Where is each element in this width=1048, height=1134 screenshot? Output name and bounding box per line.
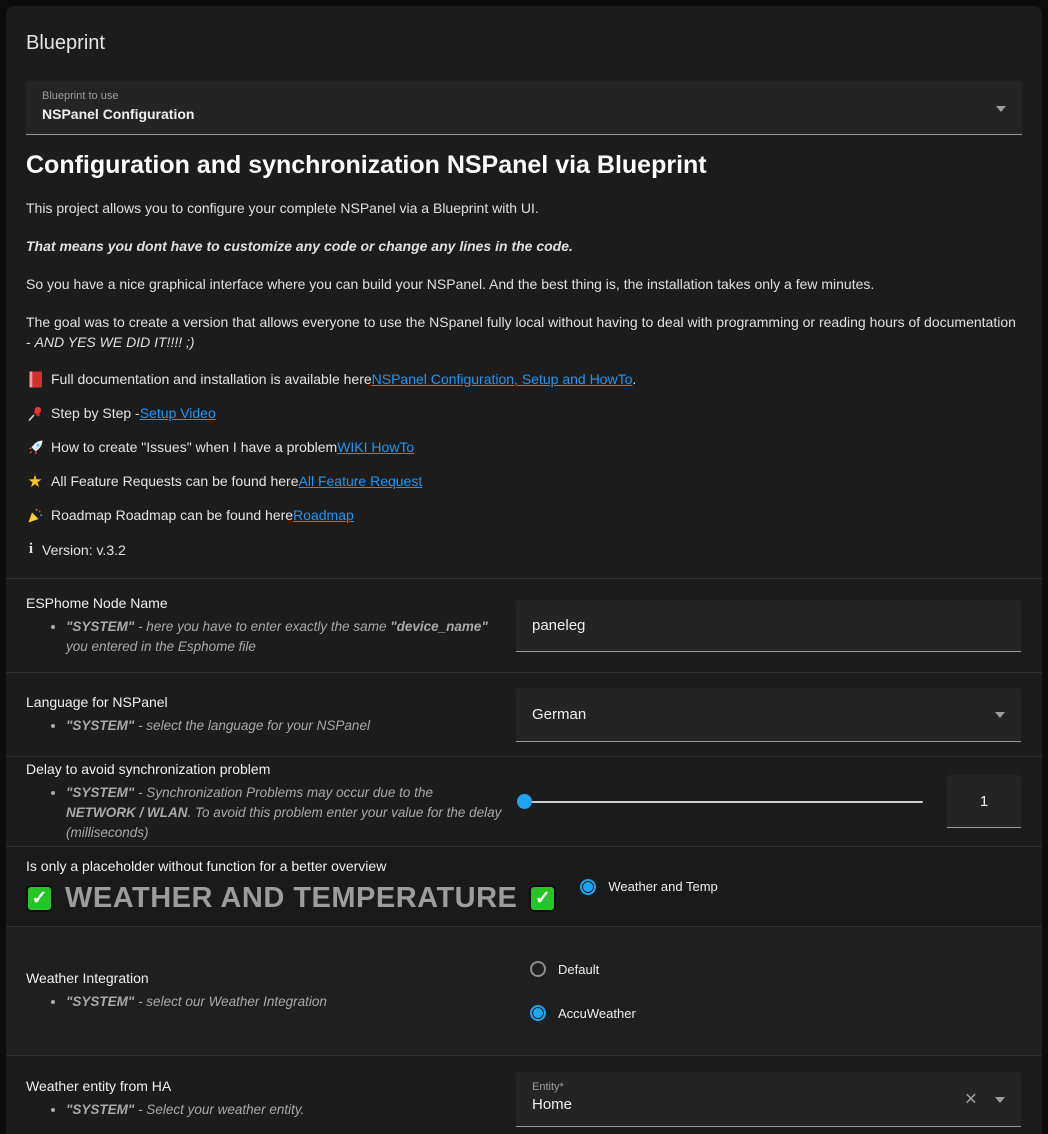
radio-weather-and-temp[interactable]: Weather and Temp (566, 879, 717, 895)
check-mark-icon (529, 885, 556, 912)
node-name-input[interactable] (516, 600, 1021, 651)
desc-system: "SYSTEM" (66, 718, 134, 733)
weather-entity-label: Weather entity from HA (26, 1078, 506, 1094)
blueprint-config-card: Blueprint Blueprint to use NSPanel Confi… (6, 6, 1042, 1134)
documentation-line: Full documentation and installation is a… (26, 370, 1022, 389)
slider-thumb[interactable] (517, 794, 532, 809)
settings-row-delay: Delay to avoid synchronization problem "… (6, 756, 1042, 846)
settings-row-weather-entity: Weather entity from HA "SYSTEM" - Select… (6, 1055, 1042, 1134)
entity-picker[interactable]: Entity* Home × (516, 1072, 1021, 1127)
desc-system: "SYSTEM" (66, 619, 134, 634)
intro-paragraph-4-italic: AND YES WE DID IT!!!! ;) (35, 334, 195, 350)
chevron-down-icon[interactable] (995, 712, 1005, 718)
weather-entity-description: "SYSTEM" - Select your weather entity. (66, 1100, 506, 1120)
desc-device-name: "device_name" (390, 619, 488, 634)
weather-integration-label: Weather Integration (26, 970, 506, 986)
desc-text: - select the language for your NSPanel (134, 718, 370, 733)
desc-text2: you entered in the Esphome file (66, 639, 256, 654)
radio-default[interactable]: Default (516, 961, 599, 977)
delay-slider[interactable] (516, 787, 931, 817)
node-name-field (516, 600, 1021, 652)
clear-icon[interactable]: × (965, 1088, 977, 1109)
intro-heading: Configuration and synchronization NSPane… (26, 151, 1022, 180)
radio-label: AccuWeather (558, 1006, 636, 1021)
blueprint-select-label: Blueprint to use (26, 81, 1022, 102)
version-line: i Version: v.3.2 (26, 541, 1022, 558)
intro-paragraph-1: This project allows you to configure you… (26, 198, 1022, 218)
feature-request-line: ★All Feature Requests can be found here … (26, 472, 1022, 491)
documentation-text: Full documentation and installation is a… (51, 370, 372, 389)
chevron-down-icon[interactable] (995, 1097, 1005, 1103)
delay-label: Delay to avoid synchronization problem (26, 761, 506, 777)
rocket-icon (26, 439, 44, 456)
red-book-icon (26, 371, 44, 388)
docs-link[interactable]: NSPanel Configuration, Setup and HowTo (372, 370, 633, 389)
intro-paragraph-4: The goal was to create a version that al… (26, 312, 1022, 352)
language-select-value: German (516, 706, 602, 723)
weather-section-heading: WEATHER AND TEMPERATURE (26, 882, 556, 915)
intro-paragraph-2: That means you dont have to customize an… (26, 236, 1022, 256)
desc-network: NETWORK / WLAN (66, 805, 187, 820)
intro-paragraph-3: So you have a nice graphical interface w… (26, 274, 1022, 294)
documentation-suffix: . (632, 370, 636, 389)
chevron-down-icon[interactable] (996, 106, 1006, 112)
delay-number-field (947, 775, 1021, 828)
node-name-description: "SYSTEM" - here you have to enter exactl… (66, 617, 506, 657)
desc-text: - Select your weather entity. (134, 1102, 304, 1117)
pushpin-icon (26, 406, 44, 422)
slider-track (524, 801, 923, 803)
placeholder-label: Is only a placeholder without function f… (26, 858, 556, 874)
setup-video-text: Step by Step - (51, 404, 140, 423)
radio-label: Weather and Temp (608, 879, 717, 894)
desc-text: - here you have to enter exactly the sam… (134, 619, 390, 634)
entity-picker-value: Home (516, 1093, 1021, 1113)
check-mark-icon (26, 885, 53, 912)
version-text: Version: v.3.2 (42, 542, 126, 558)
desc-text: - Synchronization Problems may occur due… (134, 785, 433, 800)
radio-label: Default (558, 962, 599, 977)
feature-request-link[interactable]: All Feature Request (299, 472, 423, 491)
setup-video-link[interactable]: Setup Video (140, 404, 216, 423)
radio-unselected-icon[interactable] (530, 961, 546, 977)
radio-accuweather[interactable]: AccuWeather (516, 1005, 636, 1021)
settings-row-language: Language for NSPanel "SYSTEM" - select t… (6, 672, 1042, 756)
roadmap-line: Roadmap Roadmap can be found here Roadma… (26, 506, 1022, 525)
desc-system: "SYSTEM" (66, 994, 134, 1009)
roadmap-link[interactable]: Roadmap (293, 506, 354, 525)
node-name-label: ESPhome Node Name (26, 595, 506, 611)
blueprint-description: Configuration and synchronization NSPane… (6, 151, 1042, 558)
entity-picker-label: Entity* (516, 1072, 1021, 1093)
radio-selected-icon[interactable] (530, 1005, 546, 1021)
weather-integration-description: "SYSTEM" - select our Weather Integratio… (66, 992, 506, 1012)
language-description: "SYSTEM" - select the language for your … (66, 716, 506, 736)
page-title: Blueprint (6, 6, 1042, 55)
issues-howto-text: How to create "Issues" when I have a pro… (51, 438, 337, 457)
info-icon: i (26, 541, 36, 558)
settings-row-node-name: ESPhome Node Name "SYSTEM" - here you ha… (6, 578, 1042, 672)
star-icon: ★ (26, 472, 44, 491)
radio-selected-icon[interactable] (580, 879, 596, 895)
setup-video-line: Step by Step - Setup Video (26, 404, 1022, 423)
desc-system: "SYSTEM" (66, 1102, 134, 1117)
roadmap-text: Roadmap Roadmap can be found here (51, 506, 293, 525)
settings-row-weather-integration: Weather Integration "SYSTEM" - select ou… (6, 926, 1042, 1055)
delay-description: "SYSTEM" - Synchronization Problems may … (66, 783, 506, 843)
feature-request-text: All Feature Requests can be found here (51, 472, 299, 491)
desc-text: - select our Weather Integration (134, 994, 327, 1009)
desc-system: "SYSTEM" (66, 785, 134, 800)
blueprint-select-value: NSPanel Configuration (26, 102, 1022, 122)
party-popper-icon (26, 508, 44, 524)
settings-row-weather-placeholder: Is only a placeholder without function f… (6, 846, 1042, 926)
issues-howto-line: How to create "Issues" when I have a pro… (26, 438, 1022, 457)
wiki-howto-link[interactable]: WIKI HowTo (337, 438, 414, 457)
language-select[interactable]: German (516, 688, 1021, 742)
language-label: Language for NSPanel (26, 694, 506, 710)
blueprint-select[interactable]: Blueprint to use NSPanel Configuration (26, 81, 1022, 135)
weather-heading-text: WEATHER AND TEMPERATURE (65, 882, 517, 915)
delay-number-input[interactable] (947, 775, 1021, 827)
